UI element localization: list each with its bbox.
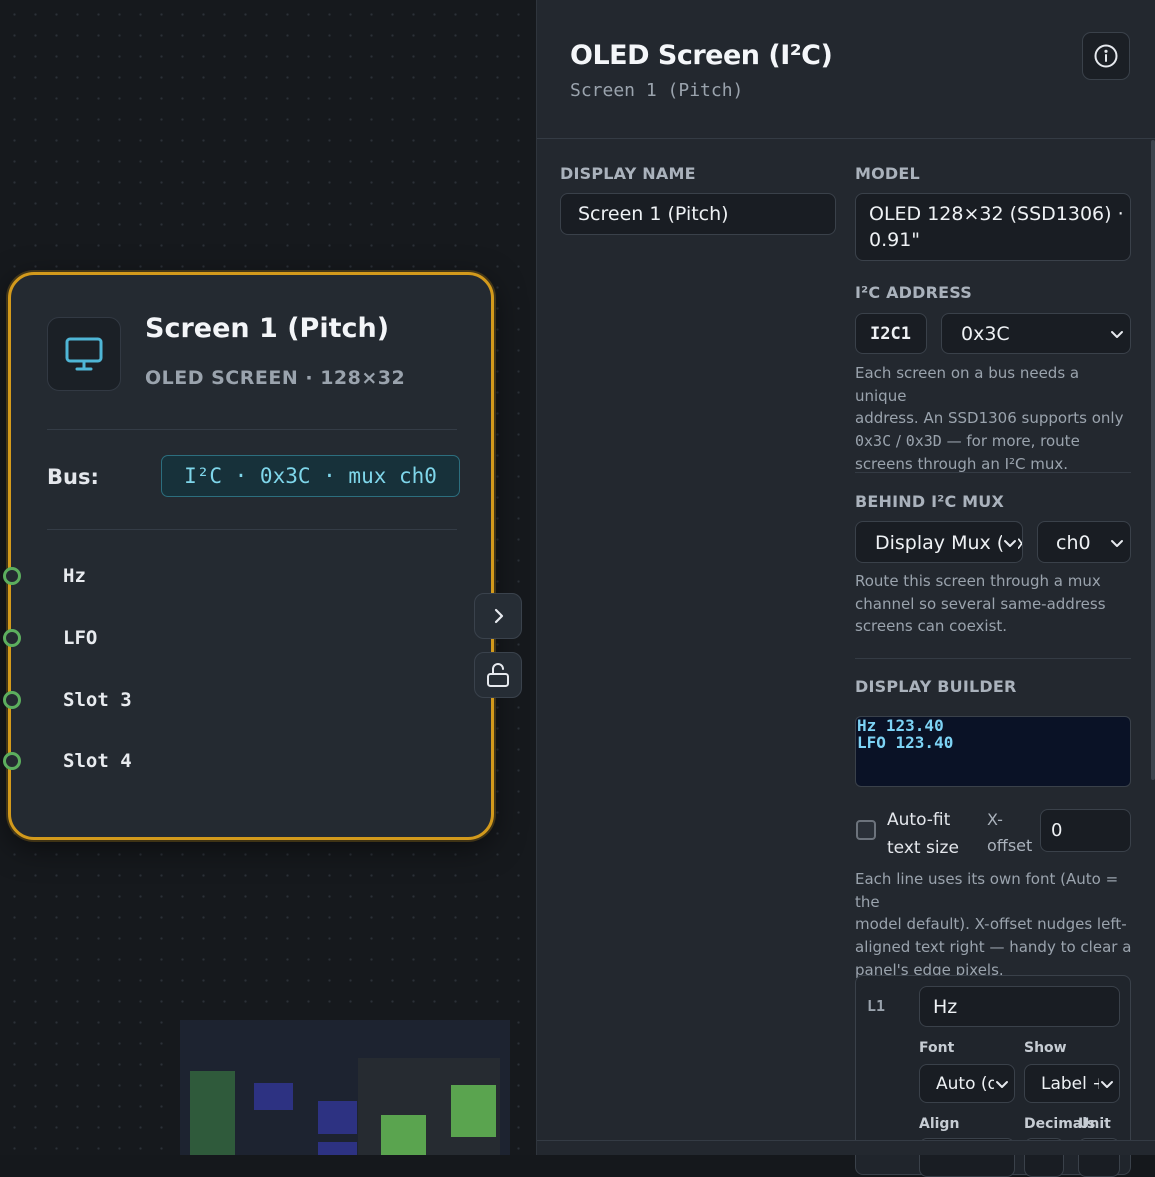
line-text-value: Hz — [933, 996, 958, 1018]
mux-channel-select[interactable]: ch0 — [1037, 521, 1131, 563]
x-offset-input[interactable]: 0 — [1040, 809, 1131, 852]
chevron-down-icon — [1002, 535, 1018, 551]
input-port-hz[interactable] — [3, 567, 21, 585]
help-text: Each screen on a bus needs a unique — [855, 364, 1080, 405]
panel-scrollbar[interactable] — [1151, 140, 1155, 780]
oled-line: Hz 123.40 — [857, 716, 944, 735]
mux-label: BEHIND I²C MUX — [855, 492, 1005, 511]
panel-header: OLED Screen (I²C) Screen 1 (Pitch) — [537, 0, 1155, 139]
help-text: address. An SSD1306 supports only — [855, 409, 1124, 428]
info-icon — [1094, 44, 1118, 68]
i2c-bus-value: I2C1 — [870, 324, 911, 344]
help-text: / — [891, 432, 906, 451]
help-text: Route this screen through a mux — [855, 572, 1101, 590]
help-text: screens can coexist. — [855, 617, 1008, 636]
node-divider — [47, 429, 457, 430]
i2c-address-label: I²C ADDRESS — [855, 283, 972, 302]
help-text: channel so several same-address — [855, 594, 1106, 613]
display-name-value: Screen 1 (Pitch) — [578, 203, 729, 225]
bus-badge: I²C · 0x3C · mux ch0 — [161, 455, 460, 497]
mux-device-value: Display Mux (0x — [875, 532, 1023, 554]
minimap-node — [318, 1142, 357, 1155]
port-label: Slot 4 — [63, 750, 132, 772]
section-divider — [855, 472, 1131, 473]
unit-label: Unit — [1078, 1116, 1111, 1132]
chevron-down-icon — [994, 1076, 1010, 1092]
show-select[interactable]: Label + — [1024, 1064, 1120, 1103]
i2c-address-value: 0x3C — [961, 323, 1010, 345]
input-port-slot-3[interactable] — [3, 691, 21, 709]
model-select[interactable]: OLED 128×32 (SSD1306) · 0.91" — [855, 193, 1131, 261]
help-text: aligned text right — handy to clear a — [855, 938, 1132, 957]
autofit-checkbox[interactable] — [856, 820, 876, 840]
line-text-input[interactable]: Hz — [919, 986, 1120, 1027]
builder-help: Each line uses its own font (Auto = the … — [855, 868, 1135, 982]
minimap-node — [190, 1071, 235, 1155]
properties-panel: OLED Screen (I²C) Screen 1 (Pitch) DISPL… — [536, 0, 1155, 1177]
oled-line: LFO 123.40 — [857, 733, 954, 752]
bus-label: Bus: — [47, 465, 99, 489]
display-name-label: DISPLAY NAME — [560, 164, 696, 183]
show-label: Show — [1024, 1040, 1067, 1056]
i2c-address-help: Each screen on a bus needs a unique addr… — [855, 362, 1135, 476]
display-builder-label: DISPLAY BUILDER — [855, 677, 1017, 696]
help-text: model default). X-offset nudges left- — [855, 915, 1127, 934]
line-tag: L1 — [867, 997, 886, 1015]
minimap-node — [254, 1083, 293, 1110]
minimap-node — [381, 1115, 426, 1155]
chevron-right-icon — [494, 608, 504, 624]
minimap[interactable] — [180, 1020, 510, 1155]
info-button[interactable] — [1082, 32, 1130, 80]
minimap-node — [318, 1101, 357, 1134]
chevron-down-icon — [1111, 331, 1123, 338]
input-port-lfo[interactable] — [3, 629, 21, 647]
mux-device-select[interactable]: Display Mux (0x — [855, 521, 1023, 563]
help-text: 0x3C / 0x3D — for more, route — [855, 430, 1135, 453]
lock-button[interactable] — [474, 652, 522, 698]
port-label: LFO — [63, 627, 98, 649]
port-label: Hz — [63, 565, 86, 587]
monitor-icon — [47, 317, 121, 391]
autofit-label-line: text size — [887, 838, 959, 858]
chevron-down-icon — [1111, 540, 1123, 547]
i2c-bus-select[interactable]: I2C1 — [855, 313, 927, 354]
node-canvas[interactable]: Screen 1 (Pitch) OLED SCREEN · 128×32 Bu… — [0, 0, 536, 1155]
help-code: 0x3C — [855, 432, 892, 451]
node-title: Screen 1 (Pitch) — [145, 313, 390, 344]
oled-preview: Hz 123.40 LFO 123.40 — [855, 716, 1131, 787]
font-label: Font — [919, 1040, 955, 1056]
node-subtitle: OLED SCREEN · 128×32 — [145, 367, 406, 389]
node-divider — [47, 529, 457, 530]
x-offset-value: 0 — [1051, 820, 1063, 841]
minimap-node — [451, 1085, 496, 1137]
mux-help: Route this screen through a mux channel … — [855, 570, 1135, 638]
model-value-line1: OLED 128×32 (SSD1306) · — [869, 203, 1124, 225]
autofit-label-line: Auto-fit — [887, 810, 951, 830]
x-offset-label-line: offset — [987, 836, 1033, 855]
autofit-label: Auto-fit text size — [887, 806, 959, 862]
chevron-down-icon — [1099, 1076, 1115, 1092]
section-divider — [855, 658, 1131, 659]
panel-footer — [537, 1140, 1155, 1155]
input-port-slot-4[interactable] — [3, 752, 21, 770]
unlock-icon — [487, 663, 509, 687]
i2c-address-select[interactable]: 0x3C — [941, 313, 1131, 354]
align-label: Align — [919, 1116, 960, 1132]
port-label: Slot 3 — [63, 689, 132, 711]
display-name-input[interactable]: Screen 1 (Pitch) — [560, 193, 836, 235]
panel-subtitle: Screen 1 (Pitch) — [570, 80, 744, 101]
model-value-line2: 0.91" — [869, 229, 921, 251]
help-text: Each line uses its own font (Auto = the — [855, 870, 1119, 911]
panel-title: OLED Screen (I²C) — [570, 40, 833, 71]
show-value: Label + — [1041, 1074, 1107, 1094]
screen-node[interactable]: Screen 1 (Pitch) OLED SCREEN · 128×32 Bu… — [3, 272, 494, 840]
model-label: MODEL — [855, 164, 920, 183]
mux-channel-value: ch0 — [1056, 532, 1091, 554]
font-select[interactable]: Auto (de — [919, 1064, 1015, 1103]
help-code: 0x3D — [905, 432, 942, 451]
x-offset-label: X- offset — [987, 807, 1032, 859]
x-offset-label-line: X- — [987, 810, 1003, 829]
help-text: — for more, route — [941, 432, 1080, 451]
expand-button[interactable] — [474, 593, 522, 639]
